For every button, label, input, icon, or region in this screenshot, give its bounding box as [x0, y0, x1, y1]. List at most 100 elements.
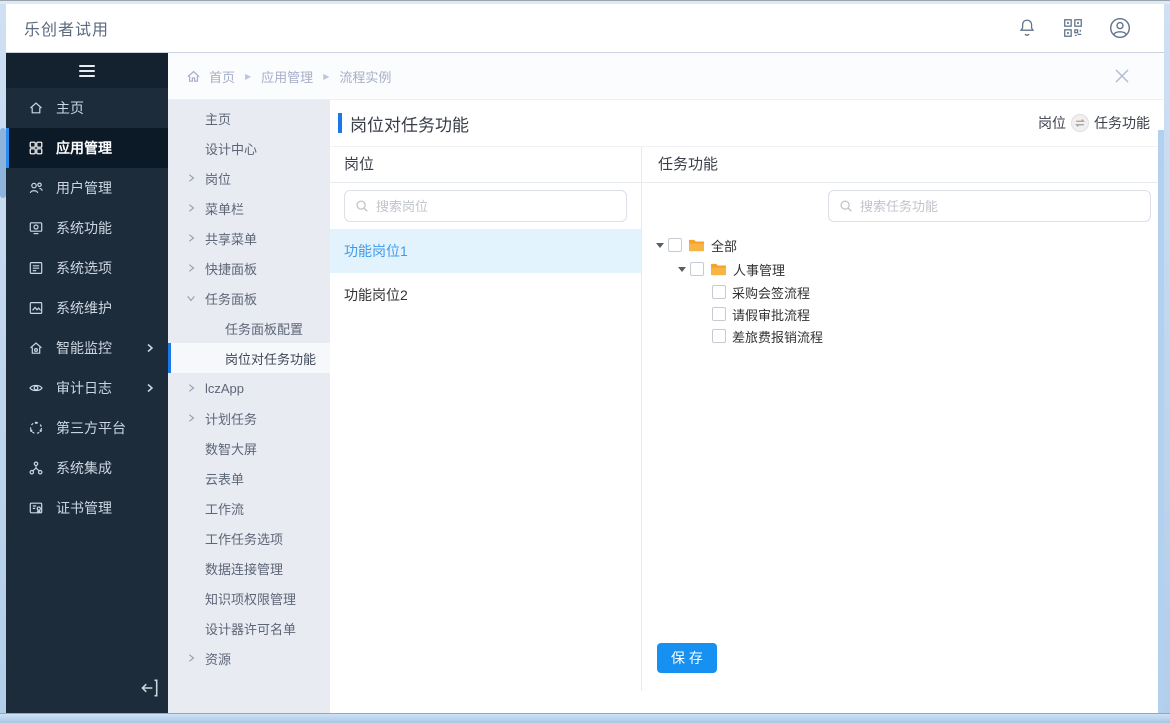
secondary-item[interactable]: 知识项权限管理 — [168, 583, 330, 613]
sidebar-item-third-party[interactable]: 第三方平台 — [6, 408, 168, 448]
secondary-item[interactable]: 任务面板配置 — [168, 313, 330, 343]
tree-node-label[interactable]: 全部 — [711, 236, 737, 255]
tree-expand-caret-icon[interactable] — [678, 266, 690, 272]
position-search-input[interactable] — [376, 198, 616, 214]
certificate-icon — [28, 500, 44, 516]
sidebar-item-app-grid[interactable]: 应用管理 — [6, 128, 168, 168]
secondary-item[interactable]: 岗位对任务功能 — [168, 343, 330, 373]
system-options-icon — [28, 260, 44, 276]
positions-panel: 岗位 功能岗位1功能岗位2 — [330, 147, 642, 691]
positions-panel-header: 岗位 — [330, 147, 641, 183]
swap-mode-toggle[interactable]: 岗位 任务功能 — [1038, 113, 1150, 133]
menu-toggle-button[interactable] — [6, 53, 168, 88]
top-bar: 乐创者试用 — [6, 4, 1164, 53]
collapse-exit-icon[interactable] — [138, 677, 160, 699]
secondary-item-label: lczApp — [205, 380, 245, 396]
breadcrumb-separator-icon: ▶ — [245, 71, 252, 81]
tree-checkbox[interactable] — [690, 262, 704, 276]
sidebar-item-home[interactable]: 主页 — [6, 88, 168, 128]
secondary-item-label: 知识项权限管理 — [205, 591, 297, 607]
tree-checkbox[interactable] — [712, 285, 726, 299]
secondary-item-label: 快捷面板 — [205, 261, 258, 277]
sidebar-item-label: 主页 — [56, 100, 84, 116]
secondary-item[interactable]: 主页 — [168, 103, 330, 133]
tree-row: 人事管理 — [642, 257, 1164, 281]
save-button[interactable]: 保 存 — [657, 643, 717, 673]
sidebar-item-system-options[interactable]: 系统选项 — [6, 248, 168, 288]
secondary-item-label: 云表单 — [205, 471, 245, 487]
home-icon[interactable] — [186, 69, 201, 84]
tree-row: 差旅费报销流程 — [642, 325, 1164, 347]
window-frame-bottom[interactable] — [0, 713, 1170, 723]
tree-node-label[interactable]: 请假审批流程 — [732, 305, 810, 324]
sidebar-item-label: 应用管理 — [56, 140, 112, 156]
chevron-right-icon — [186, 233, 205, 243]
tree-node-label[interactable]: 人事管理 — [733, 260, 785, 279]
tree-node-label[interactable]: 差旅费报销流程 — [732, 327, 823, 346]
secondary-item[interactable]: 计划任务 — [168, 403, 330, 433]
breadcrumb-item[interactable]: 应用管理 — [261, 67, 313, 86]
search-icon — [840, 200, 852, 212]
title-block: 岗位对任务功能 — [338, 111, 469, 136]
tree-node-label[interactable]: 采购会签流程 — [732, 283, 810, 302]
users-icon — [28, 180, 44, 196]
tree-expand-caret-icon[interactable] — [656, 242, 668, 248]
secondary-item[interactable]: 设计中心 — [168, 133, 330, 163]
secondary-item[interactable]: 岗位 — [168, 163, 330, 193]
task-search-box — [828, 190, 1151, 222]
secondary-item[interactable]: 云表单 — [168, 463, 330, 493]
app-grid-icon — [28, 140, 44, 156]
secondary-item[interactable]: 任务面板 — [168, 283, 330, 313]
system-function-icon — [28, 220, 44, 236]
task-search-input[interactable] — [860, 198, 1140, 214]
sidebar-item-integration[interactable]: 系统集成 — [6, 448, 168, 488]
user-avatar-icon[interactable] — [1108, 16, 1132, 40]
breadcrumb-item[interactable]: 首页 — [209, 67, 235, 86]
secondary-item[interactable]: 数据连接管理 — [168, 553, 330, 583]
secondary-item[interactable]: 共享菜单 — [168, 223, 330, 253]
secondary-item[interactable]: lczApp — [168, 373, 330, 403]
secondary-item-label: 设计器许可名单 — [205, 621, 297, 637]
secondary-item[interactable]: 资源 — [168, 643, 330, 673]
sidebar-item-system-maintain[interactable]: 系统维护 — [6, 288, 168, 328]
position-list-item[interactable]: 功能岗位2 — [330, 273, 641, 317]
secondary-item-label: 主页 — [205, 111, 232, 127]
window-frame-right — [1164, 4, 1170, 723]
task-functions-panel-header: 任务功能 — [642, 147, 1164, 183]
sidebar-item-users[interactable]: 用户管理 — [6, 168, 168, 208]
secondary-item[interactable]: 数智大屏 — [168, 433, 330, 463]
tree-checkbox[interactable] — [668, 238, 682, 252]
sidebar-item-system-function[interactable]: 系统功能 — [6, 208, 168, 248]
secondary-item-label: 岗位对任务功能 — [225, 351, 317, 367]
chevron-right-icon — [186, 413, 205, 423]
close-icon[interactable] — [1110, 64, 1134, 88]
position-list-item[interactable]: 功能岗位1 — [330, 229, 641, 273]
search-icon — [356, 200, 368, 212]
tree-checkbox[interactable] — [712, 307, 726, 321]
sidebar-item-smart-monitor[interactable]: 智能监控 — [6, 328, 168, 368]
chevron-right-icon — [144, 341, 156, 353]
sidebar-item-certificate[interactable]: 证书管理 — [6, 488, 168, 528]
secondary-item-label: 数智大屏 — [205, 441, 258, 457]
secondary-item-label: 任务面板配置 — [225, 321, 304, 337]
secondary-item[interactable]: 设计器许可名单 — [168, 613, 330, 643]
folder-icon — [688, 238, 705, 252]
left-scrollbar-thumb[interactable] — [0, 128, 6, 198]
secondary-item-label: 菜单栏 — [205, 201, 245, 217]
breadcrumb: 首页 ▶ 应用管理 ▶ 流程实例 — [186, 67, 1110, 86]
tree-checkbox[interactable] — [712, 329, 726, 343]
bell-icon[interactable] — [1016, 17, 1038, 39]
dark-sidebar: 主页应用管理用户管理 系统功能 系统选项 系统维护 智能监控 审计日志 第三方平台 系统集成证… — [6, 53, 168, 713]
qr-code-icon[interactable] — [1062, 17, 1084, 39]
secondary-item[interactable]: 工作任务选项 — [168, 523, 330, 553]
app-title: 乐创者试用 — [24, 22, 110, 39]
secondary-sidebar: 主页设计中心 岗位菜单栏共享菜单快捷面板任务面板任务面板配置 岗位对任务功能 lczA… — [168, 100, 330, 713]
secondary-item[interactable]: 工作流 — [168, 493, 330, 523]
sidebar-item-audit-log[interactable]: 审计日志 — [6, 368, 168, 408]
chevron-right-icon — [144, 381, 156, 393]
secondary-item[interactable]: 菜单栏 — [168, 193, 330, 223]
secondary-item[interactable]: 快捷面板 — [168, 253, 330, 283]
chevron-right-icon — [186, 173, 205, 183]
breadcrumb-item[interactable]: 流程实例 — [339, 67, 391, 86]
breadcrumb-bar: 首页 ▶ 应用管理 ▶ 流程实例 — [168, 53, 1164, 100]
